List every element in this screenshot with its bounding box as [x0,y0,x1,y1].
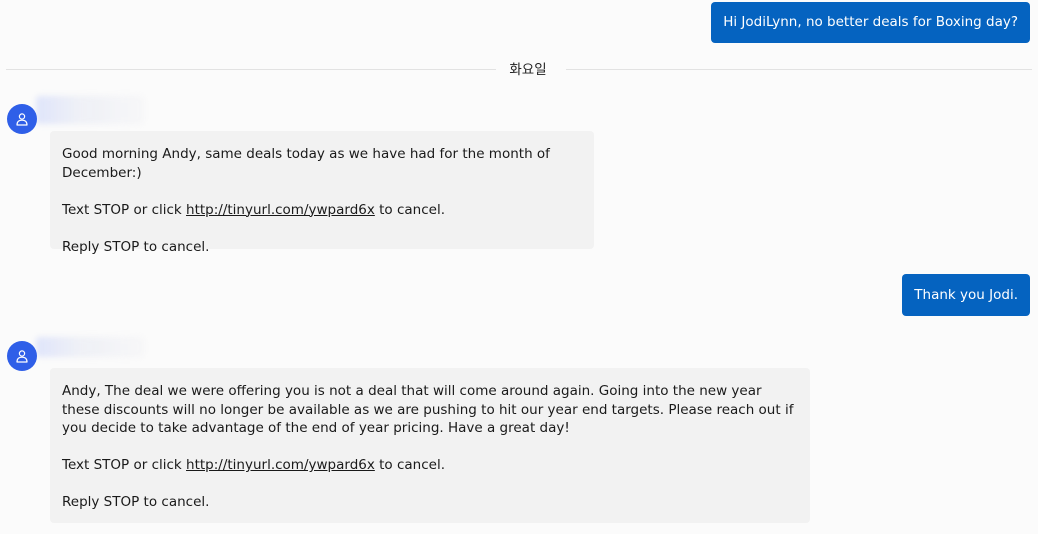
incoming-message[interactable]: Andy, The deal we were offering you is n… [50,368,810,523]
sender-name-redacted [36,337,144,357]
outgoing-message[interactable]: Thank you Jodi. [902,274,1030,316]
message-text: Good morning Andy, same deals today as w… [62,146,550,181]
message-text: Hi JodiLynn, no better deals for Boxing … [723,14,1018,30]
cancel-suffix: to cancel. [374,457,446,473]
cancel-prefix: Text STOP or click [62,201,187,218]
cancel-link[interactable]: http://tinyurl.com/ywpard6x [186,202,375,218]
message-text: Andy, The deal we were offering you is n… [62,383,794,436]
cancel-suffix: to cancel. [374,201,446,218]
reply-stop-text: Reply STOP to cancel. [62,238,210,255]
cancel-prefix: Text STOP or click [62,457,187,473]
person-icon [16,350,28,363]
divider-line [566,69,1032,70]
conversation-thread: Hi JodiLynn, no better deals for Boxing … [0,0,1038,534]
outgoing-message[interactable]: Hi JodiLynn, no better deals for Boxing … [711,2,1030,43]
day-divider-label: 화요일 [509,62,547,78]
sender-name-redacted [36,96,144,124]
cancel-instructions: Text STOP or click http://tinyurl.com/yw… [62,456,798,475]
sender-avatar[interactable] [7,341,37,371]
cancel-link[interactable]: http://tinyurl.com/ywpard6x [186,457,375,473]
reply-stop-text: Reply STOP to cancel. [62,494,210,510]
divider-line [6,69,496,70]
cancel-instructions: Text STOP or click http://tinyurl.com/yw… [62,201,582,220]
person-icon [16,113,28,126]
sender-avatar[interactable] [7,104,37,134]
incoming-message[interactable]: Good morning Andy, same deals today as w… [50,131,594,255]
message-text: Thank you Jodi. [914,287,1018,303]
